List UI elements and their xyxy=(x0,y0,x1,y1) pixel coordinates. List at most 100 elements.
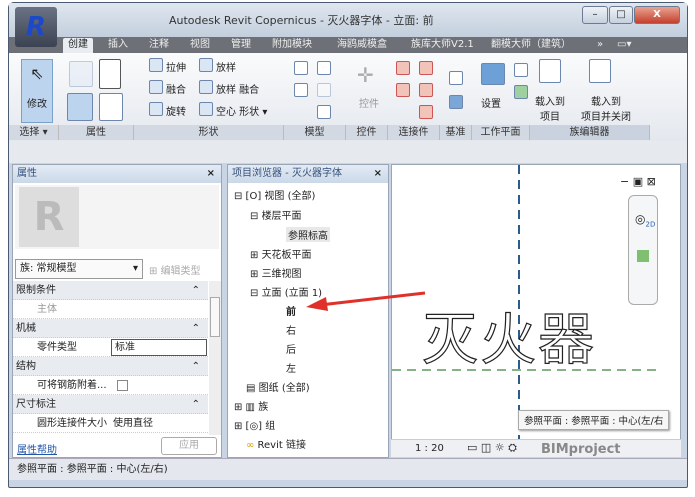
properties-grid: 限制条件 ⌃ 主体 机械 ⌃ 零件类型 标准 结构 ⌃ 可将钢筋附着... 尺寸标注 ⌃ … xyxy=(13,281,209,435)
panel-select[interactable]: 选择 ▾ xyxy=(9,125,59,140)
tree-floor-plans[interactable]: ⊟ 楼层平面 xyxy=(250,207,302,222)
modify-button[interactable]: ⇖ 修改 xyxy=(21,59,53,123)
tab-haiou[interactable]: 海鸥威模盒 xyxy=(337,38,387,53)
scroll-thumb[interactable] xyxy=(210,297,220,337)
rebar-attach-checkbox[interactable] xyxy=(117,380,128,391)
properties-scrollbar[interactable] xyxy=(209,281,221,435)
blend-button[interactable]: 融合 xyxy=(166,81,186,96)
reference-line-icon[interactable] xyxy=(449,71,463,85)
type-properties-icon[interactable] xyxy=(99,93,123,121)
minimize-button[interactable]: – xyxy=(582,6,608,24)
tab-create[interactable]: 创建 xyxy=(63,38,93,53)
show-workplane-icon[interactable] xyxy=(514,63,528,77)
opening-icon[interactable] xyxy=(317,83,331,97)
tree-left[interactable]: 左 xyxy=(286,360,296,375)
navigation-bar[interactable]: ◎2D xyxy=(628,195,658,305)
properties-icon[interactable] xyxy=(67,93,93,121)
load-and-close-button[interactable]: 载入到 项目并关闭 xyxy=(581,93,631,123)
tab-family-library[interactable]: 族库大师V2.1 xyxy=(411,38,474,53)
tree-front[interactable]: 前 xyxy=(286,303,296,318)
view-window-controls[interactable]: − ▣ ⊠ xyxy=(620,175,656,188)
title-bar: Autodesk Revit Copernicus - 灭火器字体 - 立面: … xyxy=(9,3,687,37)
tab-manage[interactable]: 管理 xyxy=(231,38,251,53)
property-value: 使用直径 xyxy=(113,418,153,429)
tree-revit-links[interactable]: ∞ Revit 链接 xyxy=(246,436,306,451)
tree-label: 楼层平面 xyxy=(261,211,302,222)
model-line-icon[interactable] xyxy=(294,61,308,75)
load-close-label-2: 项目并关闭 xyxy=(581,112,631,123)
drawing-area[interactable]: 灭火器 − ▣ ⊠ ◎2D 参照平面 : 参照平面 : 中心(左/右 xyxy=(391,164,681,456)
reference-plane-icon[interactable] xyxy=(449,95,463,109)
component-icon[interactable] xyxy=(294,83,308,97)
family-types-icon[interactable] xyxy=(99,59,121,89)
browser-close-button[interactable]: × xyxy=(374,165,382,183)
view-scale[interactable]: 1 : 20 xyxy=(415,443,444,454)
tab-annotate[interactable]: 注释 xyxy=(149,38,169,53)
zoom-icon[interactable] xyxy=(637,250,649,263)
family-category-icon[interactable] xyxy=(69,61,93,87)
tree-3d-views[interactable]: ⊞ 三维视图 xyxy=(250,265,302,280)
tree-back[interactable]: 后 xyxy=(286,341,296,356)
group-constraints[interactable]: 限制条件 ⌃ xyxy=(13,281,208,300)
app-menu-button[interactable]: R xyxy=(15,7,57,47)
conduit-connector-icon[interactable] xyxy=(419,105,433,119)
apply-button[interactable]: 应用 xyxy=(161,437,217,455)
extrude-button[interactable]: 拉伸 xyxy=(166,59,186,74)
property-name: 圆形连接件大小 xyxy=(37,418,107,429)
property-name: 零件类型 xyxy=(37,342,77,353)
tab-panel-toggle[interactable]: ▭▾ xyxy=(617,38,631,53)
detail-level-icon[interactable]: ▭ ◫ ☼ ⛭ xyxy=(467,441,517,455)
group-structural[interactable]: 结构 ⌃ xyxy=(13,357,208,376)
tab-fanmo[interactable]: 翻模大师（建筑） xyxy=(491,38,571,53)
properties-close-button[interactable]: × xyxy=(207,165,215,183)
properties-help-link[interactable]: 属性帮助 xyxy=(17,441,57,456)
browser-header: 项目浏览器 - 灭火器字体 × xyxy=(228,165,388,183)
type-selector-preview[interactable]: R xyxy=(15,185,219,249)
tree-views[interactable]: ⊟ [O] 视图 (全部) xyxy=(234,187,315,202)
group-label: 机械 xyxy=(16,323,36,334)
tree-ceiling-plans[interactable]: ⊞ 天花板平面 xyxy=(250,246,312,261)
tree-ref-level[interactable]: 参照标高 xyxy=(286,227,330,242)
close-button[interactable]: X xyxy=(634,6,680,24)
viewer-icon[interactable] xyxy=(514,85,528,99)
revit-window: Autodesk Revit Copernicus - 灭火器字体 - 立面: … xyxy=(8,2,688,488)
model-group-icon[interactable] xyxy=(317,105,331,119)
tree-families[interactable]: ⊞ ▥ 族 xyxy=(234,398,268,413)
tree-groups[interactable]: ⊞ [◎] 组 xyxy=(234,417,275,432)
model-text[interactable]: 灭火器 xyxy=(421,295,596,376)
load-into-project-icon xyxy=(539,59,561,83)
group-dimensions[interactable]: 尺寸标注 ⌃ xyxy=(13,395,208,414)
property-name: 主体 xyxy=(37,304,57,315)
steering-wheel-icon[interactable]: ◎2D xyxy=(635,212,657,228)
sweep-blend-icon xyxy=(199,80,213,94)
group-label: 尺寸标注 xyxy=(16,399,56,410)
tab-insert[interactable]: 插入 xyxy=(108,38,128,53)
maximize-button[interactable]: □ xyxy=(609,6,633,24)
control-button[interactable]: 控件 xyxy=(359,95,379,110)
family-dropdown[interactable]: 族: 常规模型 ▾ xyxy=(15,259,143,279)
tab-overflow[interactable]: » xyxy=(597,38,603,53)
model-text-icon[interactable] xyxy=(317,61,331,75)
set-workplane-button[interactable]: 设置 xyxy=(481,95,501,110)
revolve-icon xyxy=(149,102,163,116)
group-label: 结构 xyxy=(16,361,36,372)
pipe-connector-icon[interactable] xyxy=(396,83,410,97)
part-type-field[interactable]: 标准 xyxy=(111,339,207,356)
modify-label: 修改 xyxy=(27,99,47,110)
sweep-button[interactable]: 放样 xyxy=(216,59,236,74)
tree-sheets[interactable]: ▤ 图纸 (全部) xyxy=(246,379,310,394)
duct-connector-icon[interactable] xyxy=(419,61,433,75)
sweep-icon xyxy=(199,58,213,72)
cable-tray-connector-icon[interactable] xyxy=(419,83,433,97)
revolve-button[interactable]: 旋转 xyxy=(166,103,186,118)
void-forms-button[interactable]: 空心 形状 ▾ xyxy=(216,103,267,118)
group-mechanical[interactable]: 机械 ⌃ xyxy=(13,319,208,338)
tab-addins[interactable]: 附加模块 xyxy=(272,38,312,53)
tab-view[interactable]: 视图 xyxy=(190,38,210,53)
property-row: 可将钢筋附着... xyxy=(13,376,208,395)
tree-right[interactable]: 右 xyxy=(286,322,296,337)
electrical-connector-icon[interactable] xyxy=(396,61,410,75)
edit-type-button[interactable]: ⊞ 编辑类型 xyxy=(149,262,201,277)
sweep-blend-button[interactable]: 放样 融合 xyxy=(216,81,259,96)
load-into-project-button[interactable]: 载入到 项目 xyxy=(535,93,565,123)
